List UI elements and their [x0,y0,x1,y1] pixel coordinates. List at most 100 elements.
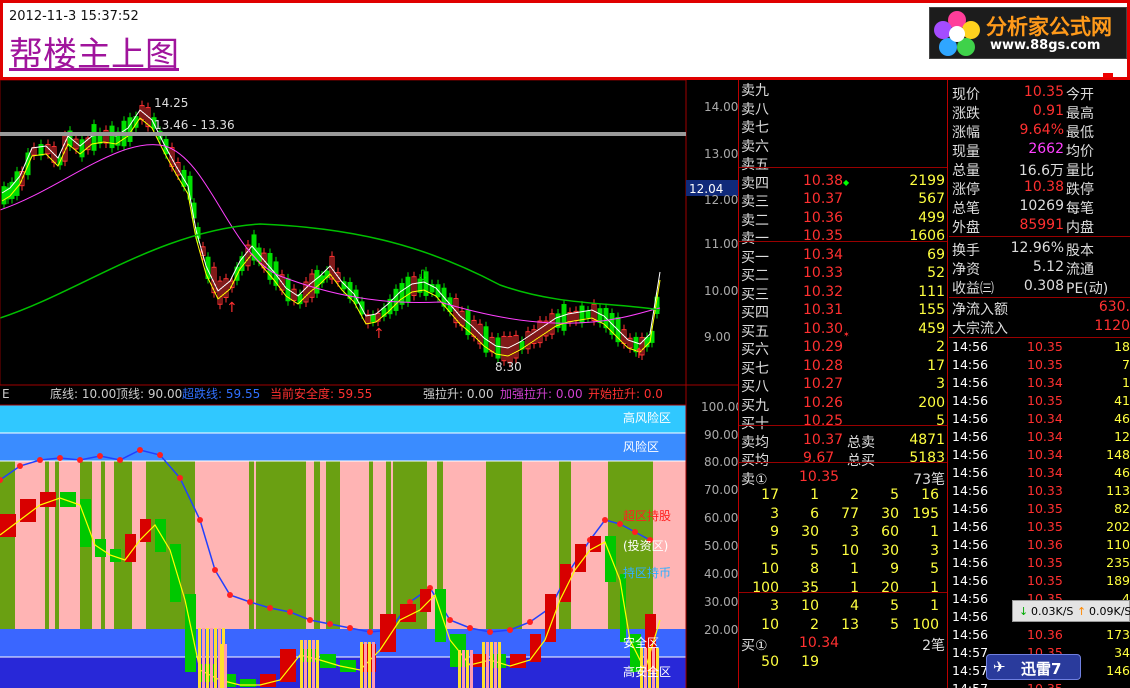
tick-time: 14:56 [952,537,989,552]
tick-row: 14:56 10.35 202 [949,519,1130,537]
price-tick: 12.00 [704,193,738,207]
quote-label: 现价 [952,87,980,103]
candle-body [79,139,85,158]
tick-price: 10.34 [1027,411,1063,426]
tick-price: 10.34 [1027,465,1063,480]
queue-volume: 2 [850,487,859,503]
volume-bar [494,642,497,688]
tick-price: 10.36 [1027,537,1063,552]
legend-item: E [2,387,10,401]
safety-dot [137,447,143,453]
quote-label: 最低 [1066,125,1094,141]
orderbook-row: 买七 10.28 17 [739,357,947,377]
step-bar [260,674,276,687]
sell1-price: 10.35 [799,468,840,485]
volume-bar [498,642,501,688]
queue-volume: 5 [810,542,819,559]
safety-dot [157,452,163,458]
separator [949,297,1130,298]
quote-label: 今开 [1066,87,1094,103]
tick-time: 14:57 [952,645,989,660]
legend-item: 强拉升: 0.00 [423,386,494,401]
kline-chart[interactable]: ↑ ↑ ↑ ⇩ 14.25 13.46 - 13.36 8.30 14.00 13.0… [0,80,738,688]
volume-bar [490,642,493,688]
tick-row: 14:56 10.35 41 [949,393,1130,411]
queue-volume: 195 [912,505,939,522]
ma5-line [1,109,661,349]
bid-price: 10.25 [803,413,844,429]
quote-label: PE(动) [1066,281,1109,297]
separator [949,337,1130,338]
xunlei-float-button[interactable]: ✈ 迅雷7 [986,654,1081,680]
tick-volume: 110 [1106,537,1130,552]
tick-time: 14:56 [952,375,989,390]
indicator-tick: 30.00 [704,595,738,609]
tick-row: 14:56 10.35 18 [949,339,1130,357]
queue-volume: 9 [770,524,779,540]
candle-body [399,283,405,305]
safety-dot [602,517,608,523]
xunlei-label: 迅雷7 [1021,660,1062,678]
queue-volume: 5 [890,487,899,503]
quote-row: 总笔 10269 每笔 [949,198,1130,217]
flow-value: 1120 [1094,318,1130,334]
legend-item: 加强拉升: 0.00 [500,386,583,401]
tick-volume: 46 [1114,465,1130,480]
sell1-count: 73笔 [913,471,945,488]
net-speed-widget[interactable]: ↓ 0.03K/S ↑ 0.09K/S [1012,600,1130,622]
tick-price: 10.35 [1027,573,1063,588]
tick-volume: 46 [1114,411,1130,426]
tick-row: 14:56 10.35 189 [949,573,1130,591]
volume-bar [224,644,227,688]
ask-label: 卖一 [741,231,769,247]
candle-body [405,276,411,303]
volume-bar [360,642,363,688]
queue-volume: 35 [801,579,819,596]
tick-row: 14:56 10.34 46 [949,465,1130,483]
step-bar [605,536,616,582]
quote-label: 现量 [952,144,980,160]
safety-dot [287,609,293,615]
safety-dot [247,599,253,605]
down-arrow-icon: ↓ [1019,605,1029,618]
zone-strip [559,461,571,629]
quote-label: 换手 [952,243,980,259]
upload-speed: 0.09K/S [1089,605,1130,618]
tick-price: 10.35 [1027,501,1063,516]
volume-bar [308,640,311,688]
queue-volume: 1 [930,598,939,614]
safety-dot [327,621,333,627]
candle-body [127,117,133,142]
safety-dot [267,605,273,611]
volume-bar [372,642,375,688]
page-title[interactable]: 帮楼主上图 [9,27,179,76]
step-bar [60,492,76,507]
order-mark-icon: ◆ [843,178,850,187]
separator [739,592,947,593]
tick-volume: 146 [1106,663,1130,678]
queue-volume: 1 [850,561,859,577]
sell1-label: 卖① [741,471,768,488]
logo-url: www.88gs.com [990,38,1101,53]
queue-volume: 10 [761,616,779,633]
bid-price: 10.34 [803,246,844,263]
bid-price: 10.28 [803,357,844,374]
volume-bar [470,650,473,688]
ask-label: 卖二 [741,212,769,229]
quote-label: 量比 [1066,163,1094,179]
safety-dot [197,517,203,523]
orderbook-row: 卖一 10.35 1606 [739,228,947,247]
candle-body [109,125,115,149]
download-speed: 0.03K/S [1031,605,1074,618]
volume-bar [482,642,485,688]
bid-volume: 2 [936,339,945,355]
queue-volume: 1 [810,487,819,503]
queue-volume: 77 [841,505,859,522]
tick-price: 10.35 [1027,357,1063,372]
quote-row: 现量 2662 均价 [949,141,1130,160]
ask-label: 卖九 [741,83,769,99]
tick-row: 14:56 10.34 1 [949,375,1130,393]
zone-label: 高风险区 [623,410,671,425]
site-logo[interactable]: 分析家公式网 www.88gs.com [929,7,1127,59]
orderbook-row: 买九 10.26 200 [739,395,947,414]
